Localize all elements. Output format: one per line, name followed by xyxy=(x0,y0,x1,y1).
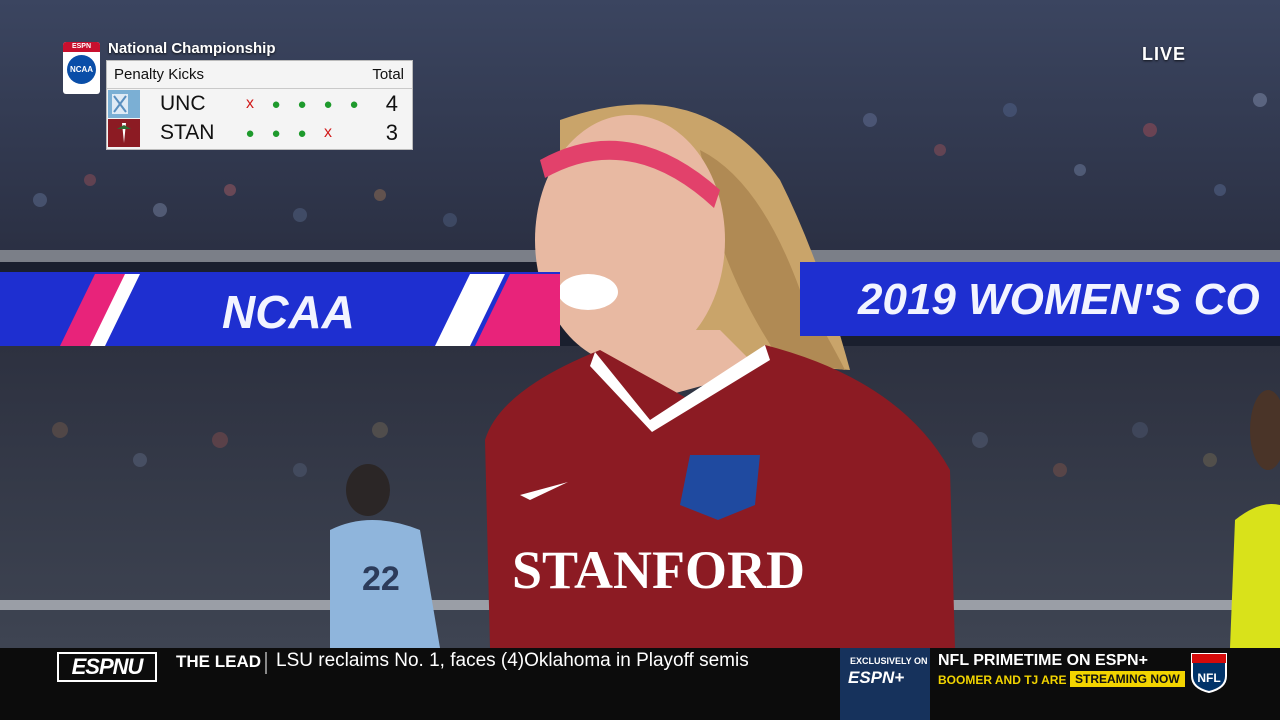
led-ribbon-board: NCAA 2019 WOMEN'S CO xyxy=(0,262,1280,346)
ticker-divider xyxy=(265,652,267,674)
espn-plus-logo: ESPN+ xyxy=(848,668,905,687)
kick-mark: ● xyxy=(297,124,307,142)
stanford-logo-icon xyxy=(108,119,140,147)
kick-marks: ● ● ● x xyxy=(237,122,341,144)
streaming-now-badge: STREAMING NOW xyxy=(1070,671,1185,687)
kick-mark: ● xyxy=(349,95,359,113)
nfl-logo-text: NFL xyxy=(1197,671,1220,685)
opponent-jersey-number: 22 xyxy=(362,560,400,598)
team-row-stan: STAN ● ● ● x 3 xyxy=(107,118,412,148)
ribbon-ncaa-text: NCAA xyxy=(222,286,355,338)
team-total: 4 xyxy=(385,91,398,116)
nfl-promo-title: NFL PRIMETIME ON ESPN+ xyxy=(938,652,1148,669)
scorebug-label: Penalty Kicks xyxy=(114,66,205,83)
team-total: 3 xyxy=(385,120,398,145)
scorebug-header: Penalty Kicks Total xyxy=(107,61,412,89)
jersey-text: STANFORD xyxy=(512,540,805,600)
scorebug-title: National Championship xyxy=(108,40,276,57)
scorebug-total-header: Total xyxy=(372,66,404,83)
kick-mark: x xyxy=(246,95,254,112)
ncaa-espn-logo: ESPN NCAA xyxy=(63,42,100,94)
ribbon-event-text: 2019 WOMEN'S CO xyxy=(857,275,1260,324)
team-row-unc: UNC x ● ● ● ● 4 xyxy=(107,89,412,119)
espn-tag: ESPN xyxy=(63,42,100,52)
nfl-shield-icon: NFL xyxy=(1191,653,1227,694)
penalty-scorebug: Penalty Kicks Total UNC x ● ● ● ● 4 STAN… xyxy=(106,60,413,150)
kick-marks: x ● ● ● ● xyxy=(237,93,367,115)
espn-plus-promo: EXCLUSIVELY ON ESPN+ xyxy=(840,648,930,720)
kick-mark: ● xyxy=(297,95,307,113)
espnu-logo: ESPNU xyxy=(57,652,157,682)
live-indicator: LIVE xyxy=(1142,44,1187,64)
team-name: STAN xyxy=(160,121,215,144)
kick-mark: x xyxy=(324,124,332,141)
ticker-section-label: THE LEAD xyxy=(176,652,261,671)
kick-mark: ● xyxy=(271,95,281,113)
unc-logo-icon xyxy=(108,90,140,118)
team-name: UNC xyxy=(160,92,206,115)
promo-small-text: EXCLUSIVELY ON xyxy=(850,656,928,666)
ncaa-icon: NCAA xyxy=(67,55,96,84)
kick-mark: ● xyxy=(271,124,281,142)
kick-mark: ● xyxy=(245,124,255,142)
ticker-headline: LSU reclaims No. 1, faces (4)Oklahoma in… xyxy=(276,650,749,671)
kick-mark: ● xyxy=(323,95,333,113)
